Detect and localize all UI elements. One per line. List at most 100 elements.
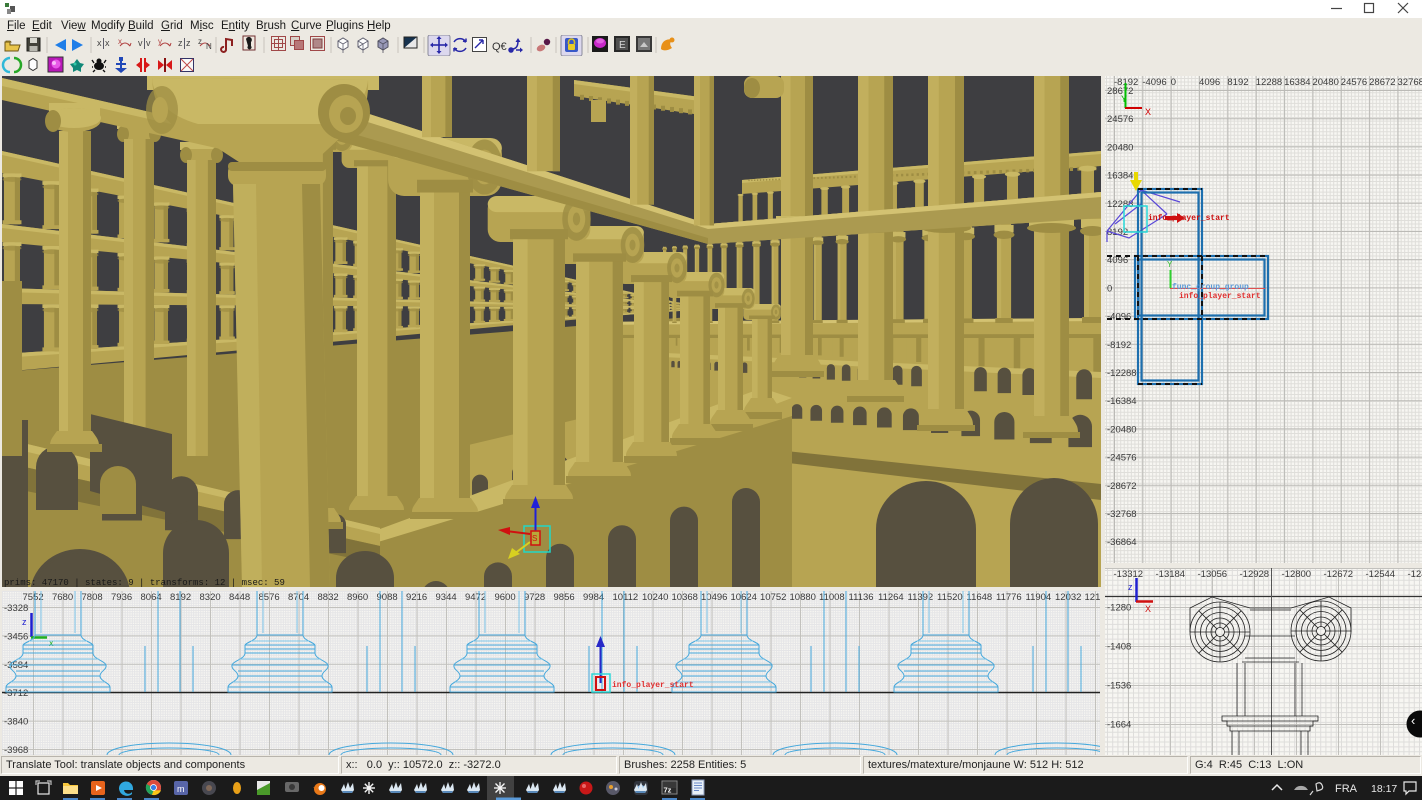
svg-text:z: z xyxy=(186,38,191,48)
svg-text:8448: 8448 xyxy=(229,592,250,603)
svg-text:10368: 10368 xyxy=(672,592,698,603)
svg-text:0: 0 xyxy=(1107,283,1112,294)
svg-text:4096: 4096 xyxy=(1199,77,1220,88)
svg-text:11264: 11264 xyxy=(878,592,904,603)
svg-text:-3968: -3968 xyxy=(4,745,28,755)
svg-text:7680: 7680 xyxy=(52,592,73,603)
svg-text:info_player_start: info_player_start xyxy=(1179,292,1261,301)
svg-text:‹: ‹ xyxy=(1411,713,1415,728)
svg-text:10240: 10240 xyxy=(642,592,668,603)
svg-text:8320: 8320 xyxy=(200,592,221,603)
svg-text:-3328: -3328 xyxy=(4,603,28,614)
svg-text:28672: 28672 xyxy=(1369,77,1395,88)
svg-text:8192: 8192 xyxy=(170,592,191,603)
svg-text:9984: 9984 xyxy=(583,592,604,603)
svg-text:x: x xyxy=(49,638,54,648)
svg-text:0: 0 xyxy=(1171,77,1176,88)
svg-text:10112: 10112 xyxy=(613,592,639,603)
svg-text:X: X xyxy=(1145,604,1151,614)
svg-text:8960: 8960 xyxy=(347,592,368,603)
svg-text:-24576: -24576 xyxy=(1107,453,1137,464)
svg-text:z: z xyxy=(1128,582,1133,592)
svg-text:20480: 20480 xyxy=(1107,142,1133,153)
svg-text:-13312: -13312 xyxy=(1114,569,1144,580)
svg-text:7936: 7936 xyxy=(111,592,132,603)
svg-text:16384: 16384 xyxy=(1107,171,1133,182)
svg-text:-12800: -12800 xyxy=(1282,569,1312,580)
svg-text:9216: 9216 xyxy=(406,592,427,603)
svg-text:11008: 11008 xyxy=(819,592,845,603)
svg-text:12288: 12288 xyxy=(1256,77,1282,88)
svg-text:11904: 11904 xyxy=(1026,592,1052,603)
svg-text:info_player_start: info_player_start xyxy=(612,681,694,690)
svg-text:24576: 24576 xyxy=(1341,77,1367,88)
svg-text:info_player_start: info_player_start xyxy=(1148,214,1230,223)
svg-text:11520: 11520 xyxy=(937,592,963,603)
svg-text:Y: Y xyxy=(1121,94,1127,104)
svg-text:-12928: -12928 xyxy=(1240,569,1270,580)
svg-text:-16384: -16384 xyxy=(1107,396,1137,407)
svg-text:12160: 12160 xyxy=(1085,592,1101,603)
svg-text:11776: 11776 xyxy=(996,592,1022,603)
svg-text:-12288: -12288 xyxy=(1107,368,1137,379)
svg-text:-3840: -3840 xyxy=(4,717,28,728)
svg-text:-4096: -4096 xyxy=(1107,312,1131,323)
svg-text:-1408: -1408 xyxy=(1107,642,1131,653)
svg-text:-12416: -12416 xyxy=(1408,569,1422,580)
svg-text:7552: 7552 xyxy=(23,592,44,603)
svg-text:7808: 7808 xyxy=(82,592,103,603)
svg-text:-12672: -12672 xyxy=(1324,569,1354,580)
svg-text:11648: 11648 xyxy=(967,592,993,603)
svg-text:10752: 10752 xyxy=(760,592,786,603)
svg-text:z: z xyxy=(178,38,183,48)
svg-text:-1664: -1664 xyxy=(1107,720,1131,731)
svg-text:-28672: -28672 xyxy=(1107,481,1137,492)
svg-text:9728: 9728 xyxy=(524,592,545,603)
svg-text:8576: 8576 xyxy=(259,592,280,603)
svg-text:9472: 9472 xyxy=(465,592,486,603)
svg-text:-4096: -4096 xyxy=(1142,77,1166,88)
svg-text:v: v xyxy=(146,38,151,48)
svg-text:x: x xyxy=(105,38,110,48)
svg-text:11136: 11136 xyxy=(849,592,874,603)
svg-text:9600: 9600 xyxy=(495,592,516,603)
svg-text:x: x xyxy=(97,38,102,48)
svg-text:10880: 10880 xyxy=(790,592,816,603)
svg-text:-36864: -36864 xyxy=(1107,537,1137,548)
svg-text:-12544: -12544 xyxy=(1366,569,1396,580)
svg-text:-1280: -1280 xyxy=(1107,603,1131,614)
svg-text:10624: 10624 xyxy=(731,592,757,603)
svg-text:18:17: 18:17 xyxy=(1371,783,1397,795)
svg-text:8832: 8832 xyxy=(318,592,339,603)
svg-text:-20480: -20480 xyxy=(1107,424,1137,435)
svg-text:-13056: -13056 xyxy=(1198,569,1228,580)
svg-text:-1536: -1536 xyxy=(1107,681,1131,692)
svg-text:prims: 47170 | states: 9 | tra: prims: 47170 | states: 9 | transforms: 1… xyxy=(4,578,285,587)
svg-text:20480: 20480 xyxy=(1312,77,1338,88)
svg-text:X: X xyxy=(1145,107,1151,117)
svg-text:FRA: FRA xyxy=(1335,783,1358,795)
svg-text:-13184: -13184 xyxy=(1156,569,1186,580)
svg-text:Q€: Q€ xyxy=(492,41,507,53)
svg-text:Y: Y xyxy=(1167,260,1173,269)
svg-text:-3712: -3712 xyxy=(4,688,28,699)
svg-text:8704: 8704 xyxy=(288,592,309,603)
svg-text:9344: 9344 xyxy=(436,592,457,603)
svg-text:16384: 16384 xyxy=(1284,77,1310,88)
svg-text:E: E xyxy=(619,40,626,51)
svg-text:10496: 10496 xyxy=(701,592,727,603)
svg-text:z: z xyxy=(22,617,27,627)
svg-text:8192: 8192 xyxy=(1227,77,1248,88)
svg-text:32768: 32768 xyxy=(1398,77,1422,88)
svg-text:N: N xyxy=(206,42,212,51)
svg-text:-8192: -8192 xyxy=(1107,340,1131,351)
svg-text:S: S xyxy=(532,534,537,543)
svg-text:func_group_group: func_group_group xyxy=(1172,283,1249,292)
svg-text:-32768: -32768 xyxy=(1107,509,1137,520)
svg-text:-3456: -3456 xyxy=(4,631,28,642)
svg-text:9856: 9856 xyxy=(554,592,575,603)
svg-text:m: m xyxy=(177,784,185,794)
svg-text:24576: 24576 xyxy=(1107,114,1133,125)
svg-text:7z: 7z xyxy=(664,786,672,795)
svg-text:v: v xyxy=(138,38,143,48)
